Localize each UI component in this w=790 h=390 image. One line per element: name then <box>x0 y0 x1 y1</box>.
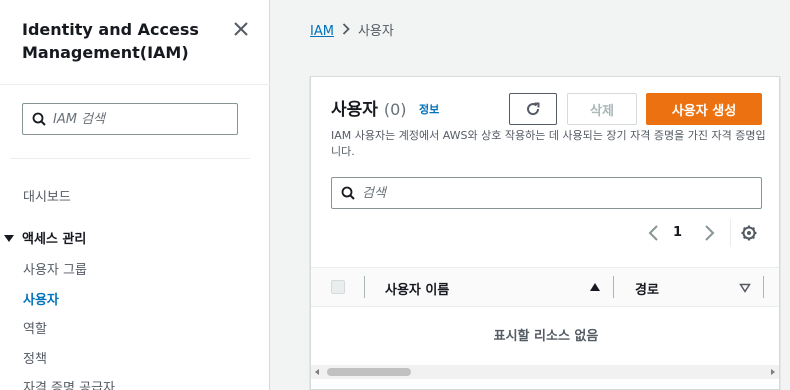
chevron-right-icon <box>342 23 350 39</box>
page-number[interactable]: 1 <box>673 223 682 243</box>
page-title: 사용자 (0) <box>331 95 407 120</box>
sort-descending-icon[interactable] <box>739 283 751 293</box>
info-link[interactable]: 정보 <box>419 101 439 117</box>
scrollbar-thumb[interactable] <box>327 368 411 376</box>
create-user-button[interactable]: 사용자 생성 <box>646 93 762 125</box>
refresh-button[interactable] <box>509 93 557 125</box>
breadcrumb: IAM 사용자 <box>310 20 394 39</box>
column-header-username[interactable]: 사용자 이름 <box>385 279 449 298</box>
chevron-right-icon[interactable] <box>702 223 716 243</box>
column-divider <box>364 276 365 298</box>
horizontal-scrollbar[interactable] <box>311 365 779 379</box>
column-divider[interactable] <box>763 276 764 298</box>
breadcrumb-iam-link[interactable]: IAM <box>310 24 334 39</box>
caret-down-icon <box>4 235 14 242</box>
page-title-text: 사용자 <box>331 100 378 120</box>
gear-icon[interactable] <box>740 223 758 243</box>
sidebar-item-identity-providers[interactable]: 자격 증명 공급자 <box>23 377 115 390</box>
column-divider[interactable] <box>613 276 614 298</box>
sidebar-search-input[interactable] <box>53 104 233 134</box>
delete-button[interactable]: 삭제 <box>567 93 637 125</box>
sidebar-item-users[interactable]: 사용자 <box>23 289 59 308</box>
sidebar-title: Identity and Access Management(IAM) <box>22 20 199 62</box>
sidebar-search[interactable] <box>22 103 238 135</box>
sidebar-section-access-management[interactable]: 액세스 관리 <box>4 228 86 247</box>
chevron-left-icon[interactable] <box>647 223 661 243</box>
sidebar-item-dashboard[interactable]: 대시보드 <box>23 186 71 205</box>
users-panel: 사용자 (0) 정보 삭제 사용자 생성 IAM 사용자는 계정에서 AWS와 … <box>310 76 780 390</box>
panel-description: IAM 사용자는 계정에서 AWS와 상호 작용하는 데 사용되는 장기 자격 … <box>331 129 766 158</box>
divider <box>10 158 250 159</box>
user-count: (0) <box>383 100 407 119</box>
empty-state: 표시할 리소스 없음 <box>493 329 599 344</box>
sidebar-section-label: 액세스 관리 <box>22 232 87 247</box>
scroll-right-icon[interactable] <box>771 369 775 375</box>
breadcrumb-current: 사용자 <box>357 24 394 39</box>
close-icon[interactable] <box>230 18 252 40</box>
users-search-input[interactable] <box>362 178 752 208</box>
table-header: 사용자 이름 경로 <box>311 267 779 307</box>
sidebar-item-policies[interactable]: 정책 <box>23 348 47 367</box>
scroll-left-icon[interactable] <box>315 369 319 375</box>
sidebar-item-user-groups[interactable]: 사용자 그룹 <box>23 259 87 278</box>
search-icon <box>341 186 355 200</box>
select-all-checkbox[interactable] <box>331 280 345 294</box>
sidebar-item-roles[interactable]: 역할 <box>23 318 47 337</box>
users-search[interactable] <box>331 177 762 209</box>
divider <box>0 84 270 85</box>
refresh-icon <box>527 102 540 116</box>
divider <box>730 219 731 247</box>
column-header-path[interactable]: 경로 <box>635 279 659 298</box>
search-icon <box>32 112 46 126</box>
sort-ascending-icon[interactable] <box>590 283 600 291</box>
sidebar: Identity and Access Management(IAM) 대시보드… <box>0 0 270 390</box>
